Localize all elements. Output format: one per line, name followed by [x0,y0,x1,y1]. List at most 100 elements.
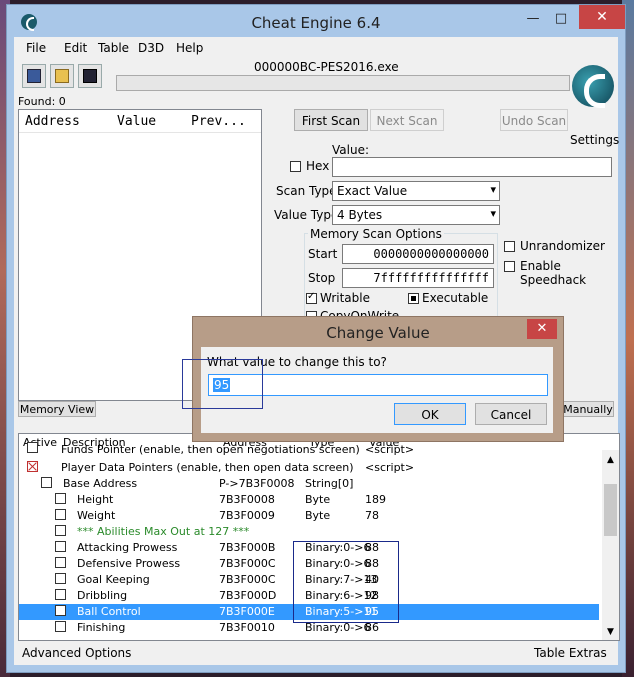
row-description: Attacking Prowess [77,541,178,554]
row-value: <script> [365,443,415,456]
row-description: Finishing [77,621,126,634]
table-row[interactable]: Height 7B3F0008 Byte 189 [19,492,599,508]
col-previous[interactable]: Prev... [191,114,246,129]
table-row[interactable]: Player Data Pointers (enable, then open … [19,460,599,476]
table-row[interactable]: Base Address P->7B3F0008 String[0] [19,476,599,492]
start-address-input[interactable]: 0000000000000000 [342,244,494,264]
row-value: 189 [365,493,386,506]
open-file-button[interactable] [50,64,74,88]
table-row[interactable]: *** Abilities Max Out at 127 *** [19,524,599,540]
menu-d3d[interactable]: D3D [138,41,164,55]
value-type-value: 4 Bytes [337,208,383,222]
close-button[interactable]: ✕ [579,5,625,29]
row-address: 7B3F000E [219,605,275,618]
maximize-button[interactable]: □ [547,9,575,29]
row-description: Player Data Pointers (enable, then open … [61,461,354,474]
title-bar[interactable]: Cheat Engine 6.4 — □ ✕ [7,5,625,37]
row-checkbox[interactable] [55,605,66,616]
menu-file[interactable]: File [26,41,46,55]
table-row[interactable]: Funds Pointer (enable, then open negotia… [19,442,599,460]
row-checkbox[interactable] [55,573,66,584]
first-scan-button[interactable]: First Scan [294,109,368,131]
cheat-table[interactable]: Active Description Address Type Value Fu… [18,433,620,641]
row-value: 78 [365,509,379,522]
executable-checkbox[interactable] [408,293,419,304]
scan-type-label: Scan Type [276,184,337,198]
scrollbar-thumb[interactable] [604,484,617,536]
table-extras-link[interactable]: Table Extras [534,646,607,660]
found-count: Found: 0 [18,95,66,108]
dialog-close-button[interactable]: ✕ [527,319,557,339]
hex-checkbox[interactable] [290,161,301,172]
row-type: Byte [305,509,331,522]
row-checkbox[interactable] [55,589,66,600]
table-scrollbar[interactable]: ▲ ▼ [602,450,619,640]
chevron-down-icon[interactable]: ▼ [602,624,619,640]
save-button[interactable] [78,64,102,88]
row-type: Byte [305,493,331,506]
annotation-box [293,541,399,623]
row-checkbox-active[interactable] [27,461,38,472]
ok-button[interactable]: OK [394,403,466,425]
table-row[interactable]: Weight 7B3F0009 Byte 78 [19,508,599,524]
menu-table[interactable]: Table [98,41,129,55]
scan-type-value: Exact Value [337,184,408,198]
dialog-title: Change Value [326,324,430,342]
row-value: <script> [365,461,415,474]
unrandomizer-checkbox[interactable] [504,241,515,252]
stop-address-input[interactable]: 7fffffffffffffff [342,268,494,288]
results-header: Address Value Prev... [19,110,261,133]
row-description: Defensive Prowess [77,557,181,570]
row-checkbox[interactable] [55,557,66,568]
process-name: 000000BC-PES2016.exe [254,60,399,74]
row-checkbox[interactable] [55,541,66,552]
annotation-box [182,359,263,409]
start-label: Start [308,247,338,261]
row-checkbox[interactable] [41,477,52,488]
row-address: 7B3F0010 [219,621,275,634]
value-type-select[interactable]: 4 Bytes ▾ [332,205,500,225]
memory-scan-options-label: Memory Scan Options [308,227,444,241]
add-address-manually-button[interactable]: Manually [562,401,614,417]
cheat-engine-logo-icon [572,65,614,108]
row-description: *** Abilities Max Out at 127 *** [77,525,250,538]
row-checkbox[interactable] [55,621,66,632]
writable-checkbox[interactable] [306,291,317,304]
row-checkbox[interactable] [55,525,66,536]
row-address: 7B3F0009 [219,509,275,522]
menu-help[interactable]: Help [176,41,203,55]
speedhack-label: Enable Speedhack [520,259,587,287]
scan-progress-bar [116,75,570,91]
undo-scan-button[interactable]: Undo Scan [500,109,568,131]
chevron-up-icon[interactable]: ▲ [602,452,619,468]
scan-type-select[interactable]: Exact Value ▾ [332,181,500,201]
row-description: Base Address [63,477,138,490]
writable-label: Writable [320,291,370,305]
row-address: P->7B3F0008 [219,477,295,490]
computer-icon [27,69,41,83]
row-description: Ball Control [77,605,141,618]
value-type-label: Value Type [274,208,339,222]
col-value[interactable]: Value [117,114,156,129]
speedhack-checkbox[interactable] [504,261,515,272]
row-address: 7B3F000C [219,557,276,570]
menu-edit[interactable]: Edit [64,41,87,55]
minimize-button[interactable]: — [519,9,547,29]
row-checkbox[interactable] [27,442,38,453]
row-address: 7B3F000B [219,541,276,554]
open-process-button[interactable] [22,64,46,88]
menu-bar: File Edit Table D3D Help [14,37,618,59]
row-address: 7B3F000C [219,573,276,586]
row-address: 7B3F000D [219,589,277,602]
next-scan-button[interactable]: Next Scan [370,109,444,131]
scan-value-input[interactable] [332,157,612,177]
row-checkbox[interactable] [55,509,66,520]
cancel-button[interactable]: Cancel [475,403,547,425]
row-description: Funds Pointer (enable, then open negotia… [61,443,360,456]
row-checkbox[interactable] [55,493,66,504]
col-address[interactable]: Address [25,114,80,129]
advanced-options-link[interactable]: Advanced Options [22,646,131,660]
settings-link[interactable]: Settings [570,133,619,147]
cheat-engine-logo[interactable] [570,63,616,123]
memory-view-button[interactable]: Memory View [18,401,96,417]
